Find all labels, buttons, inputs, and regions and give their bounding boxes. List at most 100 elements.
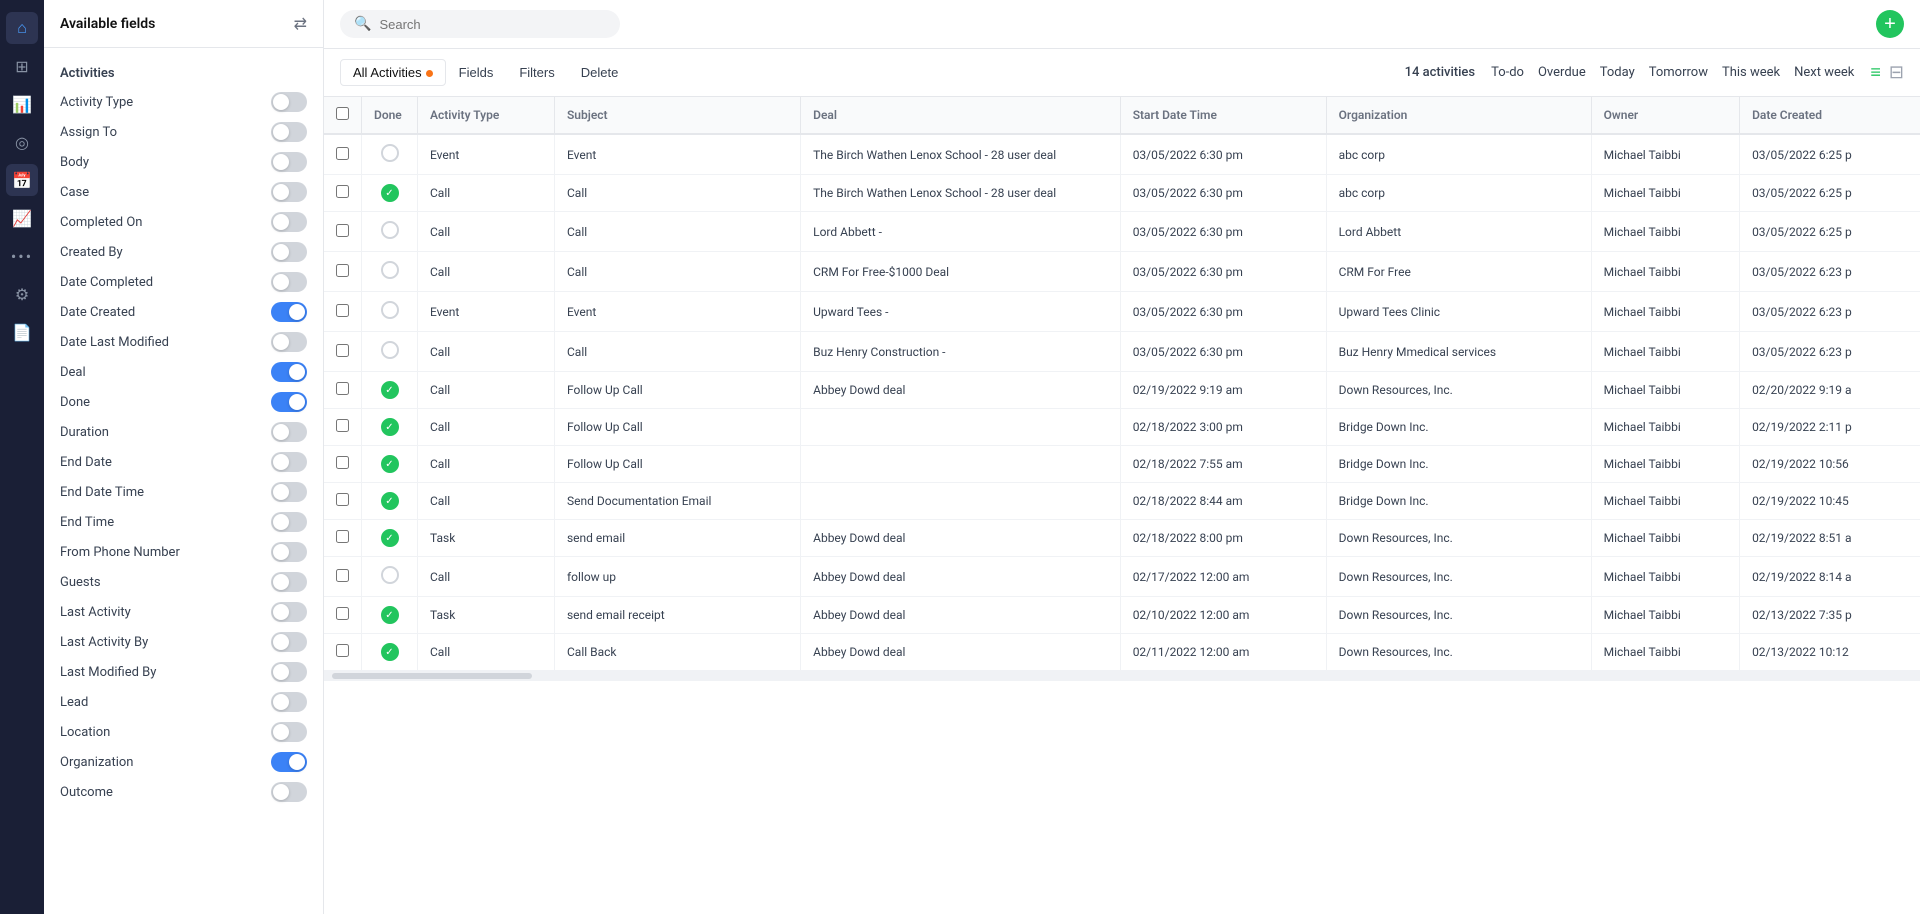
- field-toggle[interactable]: [271, 422, 307, 442]
- start-date-cell: 02/11/2022 12:00 am: [1120, 634, 1326, 671]
- row-checkbox[interactable]: [336, 456, 349, 469]
- done-indicator[interactable]: ✓: [381, 529, 399, 547]
- field-toggle[interactable]: [271, 572, 307, 592]
- done-indicator[interactable]: ✓: [381, 643, 399, 661]
- settings-icon[interactable]: ⚙: [6, 278, 38, 310]
- row-checkbox[interactable]: [336, 224, 349, 237]
- subject-cell: Follow Up Call: [554, 409, 800, 446]
- field-toggle[interactable]: [271, 692, 307, 712]
- field-toggle[interactable]: [271, 452, 307, 472]
- row-checkbox[interactable]: [336, 493, 349, 506]
- table-wrapper: Done Activity Type Subject Deal Start Da…: [324, 97, 1920, 914]
- home-icon[interactable]: ⌂: [6, 12, 38, 44]
- row-checkbox[interactable]: [336, 185, 349, 198]
- done-indicator[interactable]: ✓: [381, 381, 399, 399]
- done-indicator[interactable]: [381, 301, 399, 319]
- field-toggle[interactable]: [271, 122, 307, 142]
- row-checkbox[interactable]: [336, 304, 349, 317]
- calendar-icon[interactable]: 📅: [6, 164, 38, 196]
- tab-filters[interactable]: Filters: [506, 59, 567, 86]
- field-toggle[interactable]: [271, 632, 307, 652]
- tab-all-activities[interactable]: All Activities: [340, 59, 446, 86]
- filter-this-week[interactable]: This week: [1722, 65, 1780, 80]
- search-input[interactable]: [379, 17, 606, 32]
- start-date-cell: 03/05/2022 6:30 pm: [1120, 332, 1326, 372]
- field-label: Completed On: [60, 215, 142, 230]
- target-icon[interactable]: ◎: [6, 126, 38, 158]
- done-indicator[interactable]: ✓: [381, 184, 399, 202]
- field-toggle[interactable]: [271, 92, 307, 112]
- grid-view-icon[interactable]: ⊟: [1889, 62, 1904, 83]
- done-indicator[interactable]: ✓: [381, 418, 399, 436]
- activity-type-cell: Call: [418, 409, 555, 446]
- org-cell: Down Resources, Inc.: [1326, 557, 1591, 597]
- field-toggle[interactable]: [271, 482, 307, 502]
- tab-fields[interactable]: Fields: [446, 59, 507, 86]
- field-label: Done: [60, 395, 90, 410]
- field-label: Location: [60, 725, 110, 740]
- done-indicator[interactable]: ✓: [381, 606, 399, 624]
- done-indicator[interactable]: [381, 261, 399, 279]
- row-checkbox[interactable]: [336, 264, 349, 277]
- field-toggle[interactable]: [271, 662, 307, 682]
- sort-icon[interactable]: ⇄: [294, 14, 307, 33]
- owner-cell: Michael Taibbi: [1591, 634, 1739, 671]
- field-toggle[interactable]: [271, 542, 307, 562]
- field-row: Case: [44, 177, 323, 207]
- start-date-cell: 03/05/2022 6:30 pm: [1120, 134, 1326, 175]
- filter-to-do[interactable]: To-do: [1491, 65, 1524, 80]
- field-row: Date Completed: [44, 267, 323, 297]
- field-toggle[interactable]: [271, 302, 307, 322]
- activity-type-cell: Call: [418, 483, 555, 520]
- select-all-checkbox[interactable]: [336, 107, 349, 120]
- horizontal-scrollbar[interactable]: [324, 671, 1920, 681]
- table-body: Event Event The Birch Wathen Lenox Schoo…: [324, 134, 1920, 671]
- analytics-icon[interactable]: 📈: [6, 202, 38, 234]
- field-toggle[interactable]: [271, 362, 307, 382]
- field-toggle[interactable]: [271, 152, 307, 172]
- field-toggle[interactable]: [271, 602, 307, 622]
- col-start-date: Start Date Time: [1120, 97, 1326, 134]
- done-indicator[interactable]: [381, 221, 399, 239]
- done-indicator[interactable]: [381, 566, 399, 584]
- date-created-cell: 02/13/2022 7:35 p: [1740, 597, 1920, 634]
- field-toggle[interactable]: [271, 182, 307, 202]
- deal-cell: [801, 483, 1121, 520]
- filter-today[interactable]: Today: [1600, 65, 1635, 80]
- row-checkbox[interactable]: [336, 530, 349, 543]
- field-toggle[interactable]: [271, 752, 307, 772]
- row-checkbox[interactable]: [336, 419, 349, 432]
- row-checkbox[interactable]: [336, 569, 349, 582]
- row-checkbox[interactable]: [336, 607, 349, 620]
- field-toggle[interactable]: [271, 212, 307, 232]
- row-checkbox[interactable]: [336, 644, 349, 657]
- row-checkbox[interactable]: [336, 382, 349, 395]
- list-view-icon[interactable]: ≡: [1870, 62, 1881, 83]
- chart-icon[interactable]: 📊: [6, 88, 38, 120]
- field-toggle[interactable]: [271, 242, 307, 262]
- more-icon[interactable]: •••: [6, 240, 38, 272]
- filter-tomorrow[interactable]: Tomorrow: [1649, 65, 1708, 80]
- filter-overdue[interactable]: Overdue: [1538, 65, 1586, 80]
- done-indicator[interactable]: ✓: [381, 455, 399, 473]
- field-row: Date Created: [44, 297, 323, 327]
- table-row: Event Event The Birch Wathen Lenox Schoo…: [324, 134, 1920, 175]
- done-indicator[interactable]: [381, 341, 399, 359]
- field-toggle[interactable]: [271, 392, 307, 412]
- tab-delete[interactable]: Delete: [568, 59, 632, 86]
- filter-next-week[interactable]: Next week: [1794, 65, 1854, 80]
- scroll-thumb: [332, 673, 532, 679]
- grid-icon[interactable]: ⊞: [6, 50, 38, 82]
- field-toggle[interactable]: [271, 272, 307, 292]
- row-checkbox[interactable]: [336, 147, 349, 160]
- field-row: Duration: [44, 417, 323, 447]
- field-toggle[interactable]: [271, 782, 307, 802]
- row-checkbox[interactable]: [336, 344, 349, 357]
- done-indicator[interactable]: ✓: [381, 492, 399, 510]
- done-indicator[interactable]: [381, 144, 399, 162]
- field-toggle[interactable]: [271, 512, 307, 532]
- field-toggle[interactable]: [271, 332, 307, 352]
- add-button[interactable]: +: [1876, 10, 1904, 38]
- docs-icon[interactable]: 📄: [6, 316, 38, 348]
- field-toggle[interactable]: [271, 722, 307, 742]
